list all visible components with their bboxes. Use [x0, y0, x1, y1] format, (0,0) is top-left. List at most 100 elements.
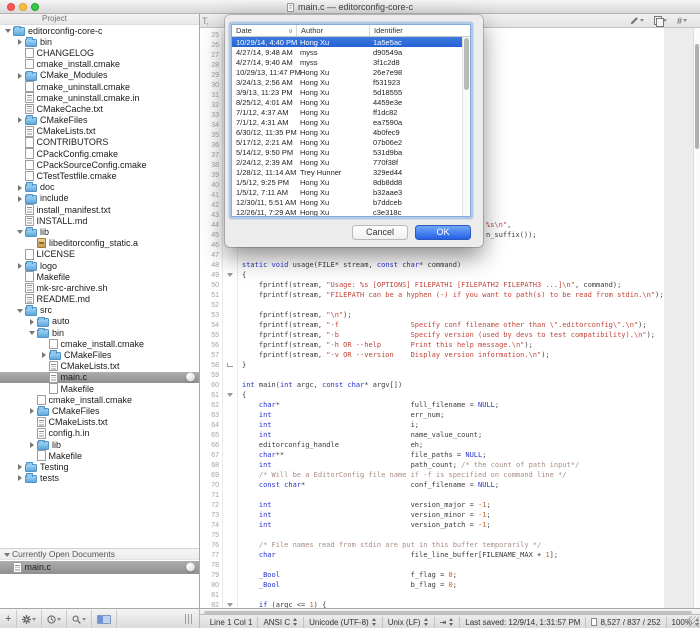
tree-item-cmake-install-cmake[interactable]: cmake_install.cmake — [0, 59, 199, 70]
history-row-d90549a[interactable]: 4/27/14, 9:48 AMmyssd90549a — [232, 47, 470, 57]
history-row-770f38f[interactable]: 2/24/12, 2:39 AMHong Xu770f38f — [232, 158, 470, 168]
code-line-49[interactable]: 49{ — [200, 270, 693, 280]
code-line-67[interactable]: 67 char** file_paths = NULL; — [200, 450, 693, 460]
code-line-56[interactable]: 56 fprintf(stream, "-h OR --help Print t… — [200, 340, 693, 350]
history-row-ea7590a[interactable]: 7/1/12, 4:31 AMHong Xuea7590a — [232, 117, 470, 127]
tab-settings-popup[interactable]: ⇥ — [440, 618, 455, 627]
open-documents-header[interactable]: Currently Open Documents — [0, 548, 199, 560]
code-line-74[interactable]: 74 int version_patch = -1; — [200, 520, 693, 530]
tree-item-cmakefiles[interactable]: CMakeFiles — [0, 349, 199, 360]
disclosure-closed-icon[interactable] — [16, 36, 25, 47]
history-row-329ed44[interactable]: 1/28/12, 11:14 AMTrey Hunner329ed44 — [232, 168, 470, 178]
column-header-date[interactable]: Date ∨ — [232, 25, 296, 36]
code-line-66[interactable]: 66 editorconfig_handle eh; — [200, 440, 693, 450]
pencil-menu-button[interactable] — [627, 16, 647, 25]
tree-item-makefile[interactable]: Makefile — [0, 450, 199, 461]
item-badge[interactable] — [186, 563, 195, 572]
line-ending-popup[interactable]: Unix (LF) — [388, 618, 429, 627]
disclosure-closed-icon[interactable] — [16, 70, 25, 81]
code-line-78[interactable]: 78 — [200, 560, 693, 570]
fold-open-marker[interactable] — [222, 270, 238, 280]
documents-menu-button[interactable] — [651, 16, 670, 25]
disclosure-open-icon[interactable] — [16, 226, 25, 237]
tree-item-bin[interactable]: bin — [0, 36, 199, 47]
code-line-68[interactable]: 68 int path_count; /* the count of path … — [200, 460, 693, 470]
code-line-69[interactable]: 69 /* Will be a EditorConfig file name i… — [200, 470, 693, 480]
tree-item-cmakelists-txt[interactable]: CMakeLists.txt — [0, 126, 199, 137]
history-row-b32aae3[interactable]: 1/5/12, 7:11 AMHong Xub32aae3 — [232, 188, 470, 198]
tree-item-lib[interactable]: lib — [0, 439, 199, 450]
tree-item-cmakecache-txt[interactable]: CMakeCache.txt — [0, 103, 199, 114]
code-line-48[interactable]: 48static void usage(FILE* stream, const … — [200, 260, 693, 270]
titlebar[interactable]: main.c — editorconfig-core-c — [0, 0, 700, 14]
code-line-81[interactable]: 81 — [200, 590, 693, 600]
tree-item-main-c[interactable]: main.c — [0, 372, 199, 383]
disclosure-closed-icon[interactable] — [28, 439, 37, 450]
history-row-8db8dd8[interactable]: 1/5/12, 9:25 PMHong Xu8db8dd8 — [232, 178, 470, 188]
code-line-77[interactable]: 77 char file_line_buffer[FILENAME_MAX + … — [200, 550, 693, 560]
tree-item-libeditorconfig-static-a[interactable]: libeditorconfig_static.a — [0, 238, 199, 249]
code-line-76[interactable]: 76 /* File names read from stdin are put… — [200, 540, 693, 550]
history-row-4b0fec9[interactable]: 6/30/12, 11:35 PMHong Xu4b0fec9 — [232, 127, 470, 137]
history-row-26e7e98[interactable]: 10/29/13, 11:47 PMHong Xu26e7e98 — [232, 67, 470, 77]
code-line-59[interactable]: 59 — [200, 370, 693, 380]
disclosure-open-icon[interactable] — [28, 327, 37, 338]
column-header-identifier[interactable]: Identifier — [369, 25, 470, 36]
dialog-scrollbar-thumb[interactable] — [464, 38, 469, 90]
tree-item-editorconfig-core-c[interactable]: editorconfig-core-c — [0, 25, 199, 36]
dialog-scrollbar[interactable] — [462, 37, 470, 216]
code-line-63[interactable]: 63 int err_num; — [200, 410, 693, 420]
tree-item-cmake-uninstall-cmake-in[interactable]: cmake_uninstall.cmake.in — [0, 92, 199, 103]
window-resize-grip[interactable] — [688, 616, 699, 627]
sidebar-resize-grip[interactable] — [185, 614, 193, 624]
tree-item-mk-src-archive-sh[interactable]: mk-src-archive.sh — [0, 282, 199, 293]
search-menu-button[interactable] — [67, 610, 92, 628]
history-row-3f1c2d8[interactable]: 4/27/14, 9:40 AMmyss3f1c2d8 — [232, 57, 470, 67]
tree-item-cpacksourceconfig-cmake[interactable]: CPackSourceConfig.cmake — [0, 159, 199, 170]
disclosure-closed-icon[interactable] — [16, 461, 25, 472]
disclosure-open-icon[interactable] — [16, 305, 25, 316]
tree-item-ctesttestfile-cmake[interactable]: CTestTestfile.cmake — [0, 170, 199, 181]
disclosure-closed-icon[interactable] — [40, 350, 49, 361]
history-row-b7ddceb[interactable]: 12/30/11, 5:51 AMHong Xub7ddceb — [232, 198, 470, 208]
tree-item-config-h-in[interactable]: config.h.in — [0, 428, 199, 439]
code-line-52[interactable]: 52 — [200, 300, 693, 310]
disclosure-closed-icon[interactable] — [16, 115, 25, 126]
fold-open-marker[interactable] — [222, 600, 238, 608]
tree-item-cmakefiles[interactable]: CMakeFiles — [0, 115, 199, 126]
code-line-60[interactable]: 60int main(int argc, const char* argv[]) — [200, 380, 693, 390]
tree-item-bin[interactable]: bin — [0, 327, 199, 338]
disclosure-closed-icon[interactable] — [16, 182, 25, 193]
encoding-popup[interactable]: Unicode (UTF-8) — [309, 618, 377, 627]
history-row-1a5e5ac[interactable]: 10/29/14, 4:40 PMHong Xu1a5e5ac — [232, 37, 470, 47]
document-proxy-icon[interactable] — [287, 3, 294, 12]
tree-item-main-c[interactable]: main.c — [0, 561, 199, 574]
disclosure-closed-icon[interactable] — [16, 473, 25, 484]
recent-menu-button[interactable] — [42, 610, 67, 628]
code-line-65[interactable]: 65 int name_value_count; — [200, 430, 693, 440]
tree-item-lib[interactable]: lib — [0, 226, 199, 237]
tree-item-cmake-uninstall-cmake[interactable]: cmake_uninstall.cmake — [0, 81, 199, 92]
fold-open-marker[interactable] — [222, 390, 238, 400]
code-line-61[interactable]: 61{ — [200, 390, 693, 400]
ok-button[interactable]: OK — [415, 225, 471, 240]
language-popup[interactable]: ANSI C — [263, 618, 298, 627]
add-button[interactable]: + — [0, 610, 17, 628]
tree-item-cpackconfig-cmake[interactable]: CPackConfig.cmake — [0, 148, 199, 159]
tree-item-cmake-modules[interactable]: CMake_Modules — [0, 70, 199, 81]
tree-item-cmakefiles[interactable]: CMakeFiles — [0, 405, 199, 416]
tree-item-install-manifest-txt[interactable]: install_manifest.txt — [0, 204, 199, 215]
code-line-58[interactable]: 58} — [200, 360, 693, 370]
code-line-73[interactable]: 73 int version_minor = -1; — [200, 510, 693, 520]
tree-item-license[interactable]: LICENSE — [0, 249, 199, 260]
code-line-57[interactable]: 57 fprintf(stream, "-v OR --version Disp… — [200, 350, 693, 360]
tree-item-makefile[interactable]: Makefile — [0, 383, 199, 394]
tree-item-logo[interactable]: logo — [0, 260, 199, 271]
code-line-64[interactable]: 64 int i; — [200, 420, 693, 430]
column-header-author[interactable]: Author — [296, 25, 369, 36]
history-row-5d18555[interactable]: 3/9/13, 11:23 PMHong Xu5d18555 — [232, 87, 470, 97]
tree-item-testing[interactable]: Testing — [0, 461, 199, 472]
code-line-75[interactable]: 75 — [200, 530, 693, 540]
actions-menu-button[interactable] — [17, 610, 42, 628]
item-badge[interactable] — [186, 373, 195, 382]
